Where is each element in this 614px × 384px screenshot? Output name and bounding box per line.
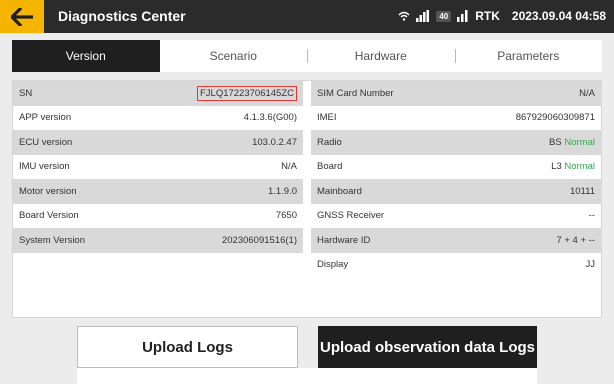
- right-info-column: SIM Card Number N/A IMEI 867929060309871…: [311, 81, 601, 277]
- status-bar: 40 RTK 2023.09.04 04:58: [398, 9, 606, 23]
- cell-signal-icon: [416, 10, 430, 22]
- row-system-version: System Version 202306091516(1): [13, 228, 303, 253]
- row-board-version: Board Version 7650: [19, 210, 297, 222]
- row-ecu-version: ECU version 103.0.2.47: [13, 130, 303, 155]
- back-button[interactable]: [0, 0, 44, 33]
- left-info-column: SN FJLQ17223706145ZC APP version 4.1.3.6…: [13, 81, 303, 253]
- tab-bar: Version Scenario Hardware Parameters: [12, 40, 602, 72]
- row-motor-version: Motor version 1.1.9.0: [13, 179, 303, 204]
- status-normal: Normal: [564, 136, 595, 148]
- row-imu-version: IMU version N/A: [19, 161, 297, 173]
- row-sim-card: SIM Card Number N/A: [311, 81, 601, 106]
- row-hardware-id: Hardware ID 7 + 4 + --: [311, 228, 601, 253]
- upload-observation-logs-button[interactable]: Upload observation data Logs: [318, 326, 537, 368]
- tab-version[interactable]: Version: [12, 40, 160, 72]
- row-app-version: APP version 4.1.3.6(G00): [19, 112, 297, 124]
- row-imei: IMEI 867929060309871: [317, 112, 595, 124]
- tab-scenario[interactable]: Scenario: [160, 40, 308, 72]
- wifi-icon: [398, 11, 410, 21]
- upload-logs-button[interactable]: Upload Logs: [77, 326, 298, 368]
- row-sn: SN FJLQ17223706145ZC: [13, 81, 303, 106]
- row-mainboard: Mainboard 10111: [311, 179, 601, 204]
- row-board: Board L3 Normal: [317, 161, 595, 173]
- tab-parameters[interactable]: Parameters: [454, 40, 603, 72]
- datetime: 2023.09.04 04:58: [511, 9, 606, 23]
- rtk-label: RTK: [475, 9, 500, 23]
- tab-hardware[interactable]: Hardware: [307, 40, 455, 72]
- tab-separator: [307, 49, 308, 63]
- bottom-panel-edge: [77, 368, 537, 384]
- arrow-left-icon: [11, 7, 33, 26]
- signal-badge: 40: [436, 10, 452, 22]
- status-normal: Normal: [564, 161, 595, 173]
- row-display: Display JJ: [317, 259, 595, 271]
- page-title: Diagnostics Center: [58, 8, 186, 24]
- rtk-signal-icon: [457, 10, 468, 22]
- app-header: Diagnostics Center 40 RTK 2023.09.04 04:…: [0, 0, 614, 33]
- version-info-panel: SN FJLQ17223706145ZC APP version 4.1.3.6…: [12, 80, 602, 318]
- sn-value: FJLQ17223706145ZC: [196, 85, 297, 101]
- row-gnss-receiver: GNSS Receiver --: [317, 210, 595, 222]
- row-radio: Radio BS Normal: [311, 130, 601, 155]
- tab-separator: [454, 49, 456, 63]
